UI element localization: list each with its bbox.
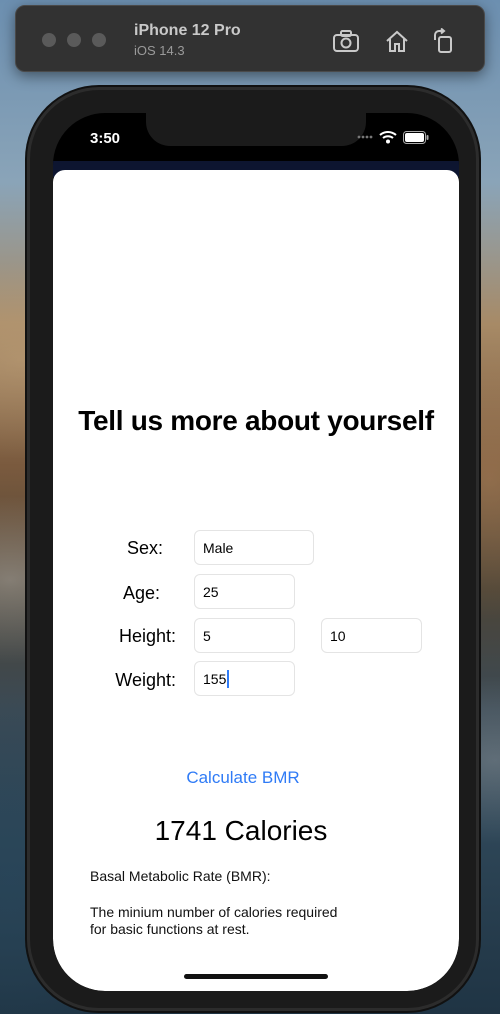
sex-label: Sex: xyxy=(126,538,163,558)
zoom-window-button[interactable] xyxy=(92,33,106,47)
weight-value: 155 xyxy=(203,670,227,687)
home-icon xyxy=(386,30,408,52)
bmr-form-sheet: Tell us more about yourself Sex: Male Ag… xyxy=(53,170,459,991)
minimize-window-button[interactable] xyxy=(67,33,81,47)
battery-icon xyxy=(403,130,429,144)
bmr-title: Basal Metabolic Rate (BMR): xyxy=(90,868,271,884)
cellular-icon xyxy=(357,135,373,139)
height-inches-value: 10 xyxy=(330,627,346,644)
device-name: iPhone 12 Pro xyxy=(134,22,241,39)
rotate-icon xyxy=(434,28,452,53)
simulator-title-bar: iPhone 12 Pro iOS 14.3 xyxy=(15,5,485,72)
wifi-icon xyxy=(379,131,397,144)
age-value: 25 xyxy=(203,583,219,600)
screenshot-icon xyxy=(333,30,359,52)
height-inches-field[interactable]: 10 xyxy=(321,618,422,653)
home-button[interactable] xyxy=(382,26,412,56)
text-cursor xyxy=(227,669,230,688)
bmr-description-line-1: The minium number of calories required xyxy=(90,904,338,920)
notch xyxy=(146,113,366,146)
page-title: Tell us more about yourself xyxy=(78,405,434,436)
height-label: Height: xyxy=(118,626,176,646)
phone-screen: 3:50 Tell us more about yourself Sex: Ma… xyxy=(53,113,459,991)
height-feet-field[interactable]: 5 xyxy=(194,618,295,653)
weight-label: Weight: xyxy=(115,670,176,690)
age-label: Age: xyxy=(122,583,160,603)
calculate-bmr-button[interactable]: Calculate BMR xyxy=(53,768,433,788)
age-field[interactable]: 25 xyxy=(194,574,295,609)
status-icons xyxy=(357,130,429,144)
os-version: iOS 14.3 xyxy=(134,43,185,58)
home-indicator[interactable] xyxy=(184,974,328,979)
screenshot-button[interactable] xyxy=(331,26,361,56)
weight-field[interactable]: 155 xyxy=(194,661,295,696)
iphone-frame: 3:50 Tell us more about yourself Sex: Ma… xyxy=(27,87,479,1011)
calorie-result: 1741 Calories xyxy=(154,815,328,846)
close-window-button[interactable] xyxy=(42,33,56,47)
rotate-button[interactable] xyxy=(428,26,458,56)
height-feet-value: 5 xyxy=(203,627,211,644)
status-time: 3:50 xyxy=(90,130,121,147)
sex-value: Male xyxy=(203,539,234,556)
bmr-description-line-2: for basic functions at rest. xyxy=(90,921,250,937)
sex-field[interactable]: Male xyxy=(194,530,314,565)
